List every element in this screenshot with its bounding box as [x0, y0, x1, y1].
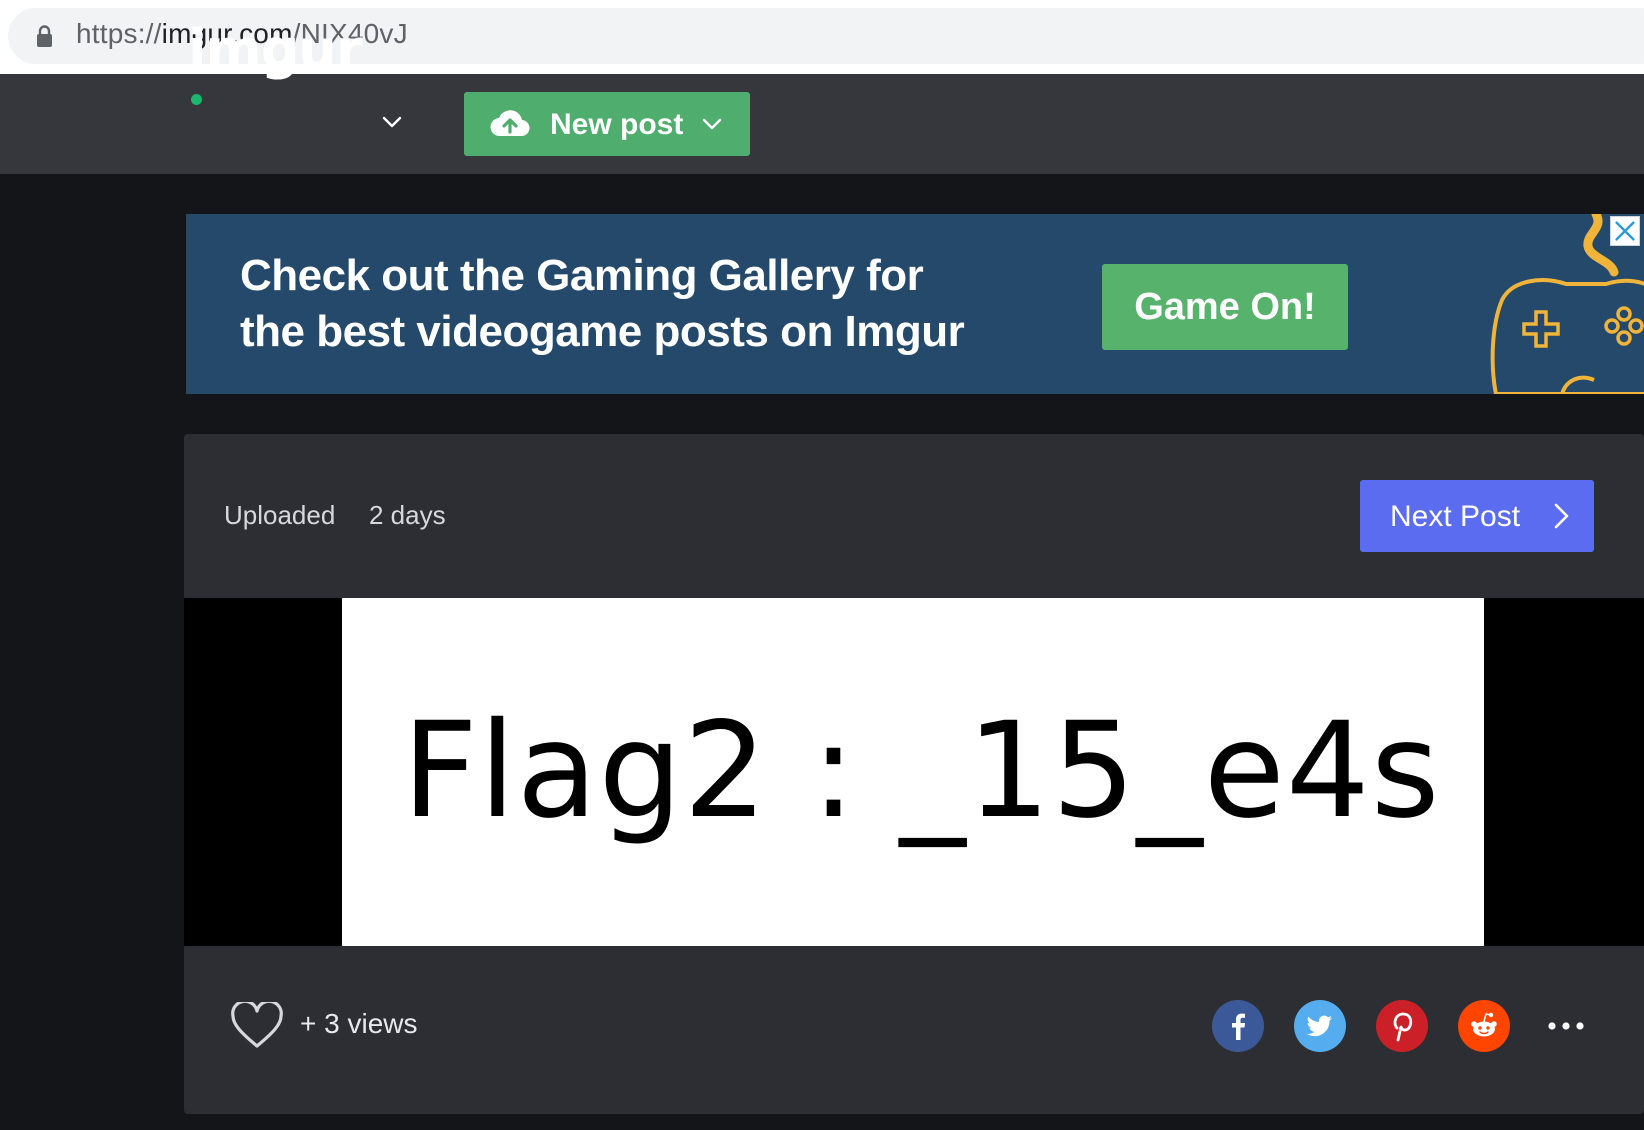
image-flag-text: Flag2 : _15_e4s	[402, 694, 1441, 848]
facebook-icon	[1232, 1013, 1245, 1040]
lock-icon	[37, 25, 52, 47]
share-reddit-button[interactable]	[1458, 1000, 1510, 1052]
share-facebook-button[interactable]	[1212, 1000, 1264, 1052]
cloud-upload-icon	[490, 110, 530, 137]
chevron-right-icon	[1554, 503, 1569, 529]
post-card: Uploaded 2 days Next Post Flag2 : _15_e4…	[184, 434, 1644, 1114]
game-on-button[interactable]: Game On!	[1102, 264, 1348, 350]
chevron-down-icon[interactable]	[380, 110, 404, 134]
view-count: + 3 views	[300, 1008, 418, 1039]
share-twitter-button[interactable]	[1294, 1000, 1346, 1052]
pinterest-icon	[1393, 1012, 1413, 1042]
new-post-button[interactable]: New post	[464, 92, 750, 156]
more-options-icon[interactable]	[1544, 1016, 1588, 1036]
banner-line-2: the best videogame posts on Imgur	[240, 307, 965, 356]
next-post-button[interactable]: Next Post	[1360, 480, 1594, 552]
twitter-icon	[1306, 1015, 1332, 1037]
logo-dot	[191, 94, 202, 105]
site-header	[0, 74, 1644, 174]
post-media: Flag2 : _15_e4s	[184, 598, 1644, 946]
imgur-logo[interactable]: imgur	[188, 18, 363, 81]
uploaded-time: 2 days	[369, 500, 446, 530]
share-pinterest-button[interactable]	[1376, 1000, 1428, 1052]
uploaded-label: Uploaded	[224, 500, 336, 530]
banner-line-1: Check out the Gaming Gallery for	[240, 251, 924, 300]
heart-icon[interactable]	[230, 1002, 284, 1050]
close-ad-button[interactable]	[1610, 216, 1640, 246]
url-scheme: https://	[76, 18, 162, 49]
close-icon	[1615, 221, 1635, 241]
post-image[interactable]: Flag2 : _15_e4s	[342, 598, 1484, 946]
reddit-icon	[1471, 1012, 1497, 1037]
chevron-down-icon	[702, 118, 722, 130]
next-post-label: Next Post	[1390, 500, 1521, 533]
gaming-gallery-banner[interactable]: Check out the Gaming Gallery for the bes…	[186, 214, 1644, 394]
new-post-label: New post	[550, 108, 684, 141]
banner-text: Check out the Gaming Gallery for the bes…	[240, 248, 965, 360]
